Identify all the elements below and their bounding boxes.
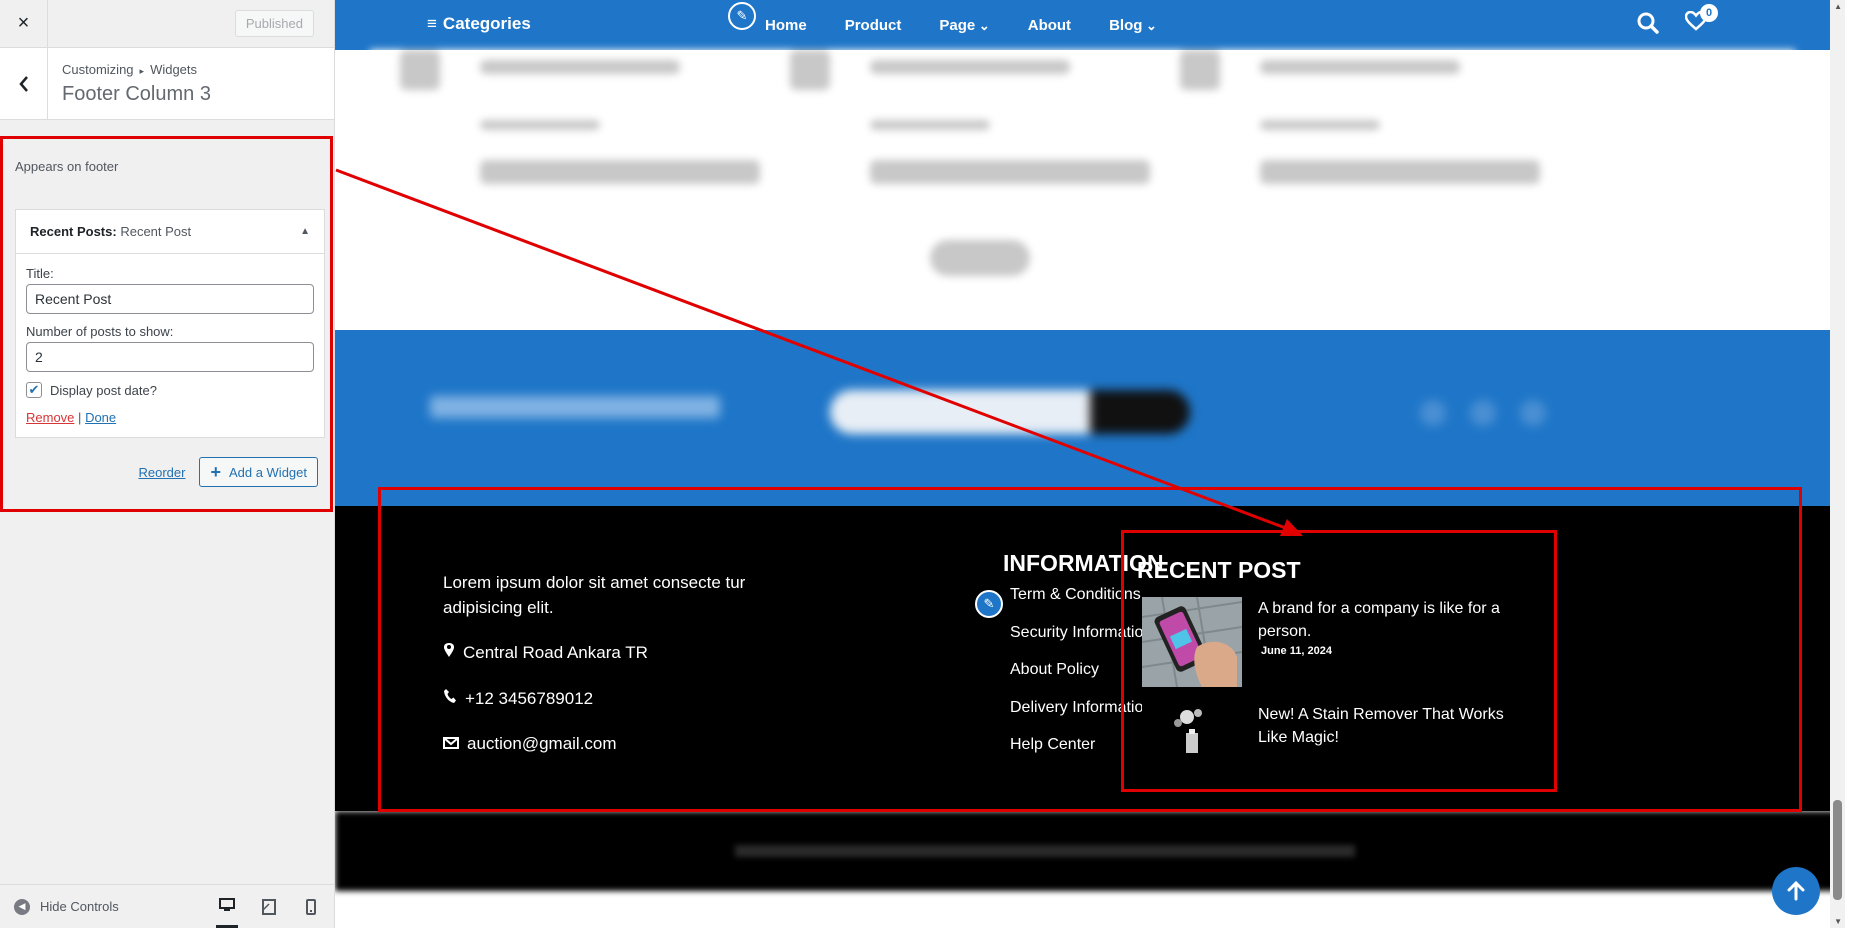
breadcrumb-child: Widgets [150, 62, 198, 77]
posts-count-input[interactable]: 2 [26, 342, 314, 372]
hamburger-icon: ≡ [427, 14, 437, 33]
nav-link-page[interactable]: Page [939, 17, 989, 34]
scroll-down-icon[interactable]: ▼ [1834, 917, 1842, 926]
nav-link-product[interactable]: Product [845, 17, 902, 34]
blurred-product-card [400, 50, 780, 230]
scroll-up-icon[interactable]: ▲ [1834, 2, 1842, 11]
section-title: Footer Column 3 [62, 83, 211, 105]
breadcrumb: Customizing ▸ Widgets [62, 62, 211, 77]
remove-link[interactable]: Remove [26, 410, 74, 425]
back-arrow-icon[interactable] [0, 48, 48, 119]
back-to-top-button[interactable] [1772, 867, 1820, 915]
published-button: Published [234, 10, 314, 37]
mobile-icon[interactable] [300, 885, 322, 928]
wishlist-count-badge: 0 [1700, 4, 1718, 22]
reorder-link[interactable]: Reorder [138, 465, 185, 480]
hide-controls-label: Hide Controls [40, 899, 119, 914]
display-date-label: Display post date? [50, 382, 157, 398]
blurred-copyright-text [735, 845, 1355, 857]
title-input[interactable]: Recent Post [26, 284, 314, 314]
widget-area-description: Appears on footer [15, 159, 119, 174]
scrollbar-thumb[interactable] [1833, 800, 1842, 900]
display-date-option: ✔ Display post date? [26, 382, 314, 398]
preview-scrollbar[interactable]: ▲ ▼ [1830, 0, 1845, 928]
recent-posts-widget: Recent Posts: Recent Post ▲ Title: Recen… [15, 209, 325, 438]
device-switcher [216, 885, 322, 928]
add-widget-button[interactable]: + Add a Widget [199, 457, 318, 487]
breadcrumb-separator-icon: ▸ [139, 66, 145, 76]
posts-count-label: Number of posts to show: [26, 324, 174, 339]
categories-menu[interactable]: ≡ Categories [427, 14, 531, 34]
widget-area-actions: Reorder + Add a Widget [138, 457, 318, 487]
main-menu: Home Product Page About Blog [765, 17, 1195, 34]
categories-label: Categories [442, 14, 531, 33]
title-label: Title: [26, 266, 54, 281]
widget-actions: Remove | Done [26, 410, 314, 425]
collapse-icon: ◀ [14, 898, 30, 915]
customizer-header: × Published [0, 0, 334, 48]
widget-instance-title: Recent Post [120, 224, 192, 239]
copyright-bar [335, 811, 1845, 891]
tablet-icon[interactable] [258, 885, 280, 928]
nav-link-home[interactable]: Home [765, 17, 807, 34]
close-icon[interactable]: × [0, 0, 48, 48]
widget-area-panel: Appears on footer Recent Posts: Recent P… [0, 136, 333, 512]
customizer-footer: ◀ Hide Controls [0, 884, 334, 928]
display-date-checkbox[interactable]: ✔ [26, 382, 42, 398]
done-link[interactable]: Done [85, 410, 116, 425]
widget-form: Title: Recent Post Number of posts to sh… [16, 254, 324, 437]
annotation-footer-box [378, 487, 1802, 812]
search-icon[interactable] [1637, 12, 1659, 40]
blurred-product-card [790, 50, 1170, 230]
section-header: Customizing ▸ Widgets Footer Column 3 [0, 48, 334, 120]
blurred-product-card [1180, 50, 1560, 230]
customizer-sidebar: × Published Customizing ▸ Widgets Footer C… [0, 0, 335, 928]
nav-link-about[interactable]: About [1028, 17, 1071, 34]
blurred-newsletter [370, 330, 1795, 480]
widget-type-label: Recent Posts: [30, 224, 117, 239]
plus-icon: + [210, 461, 221, 482]
hide-controls-button[interactable]: ◀ Hide Controls [14, 898, 119, 915]
nav-link-blog[interactable]: Blog [1109, 17, 1157, 34]
add-widget-label: Add a Widget [228, 464, 307, 480]
collapse-arrow-icon[interactable]: ▲ [300, 226, 310, 237]
actions-separator: | [78, 410, 82, 425]
blurred-product-grid [370, 50, 1795, 350]
breadcrumb-parent: Customizing [62, 62, 134, 77]
edit-pencil-icon[interactable]: ✎ [728, 2, 756, 30]
widget-header[interactable]: Recent Posts: Recent Post ▲ [16, 210, 324, 254]
customizer-screen: × Published Customizing ▸ Widgets Footer C… [0, 0, 1860, 928]
newsletter-band [335, 330, 1845, 506]
desktop-icon[interactable] [216, 885, 238, 928]
top-navigation: ≡ Categories ✎ Home Product Page About B… [335, 0, 1845, 50]
